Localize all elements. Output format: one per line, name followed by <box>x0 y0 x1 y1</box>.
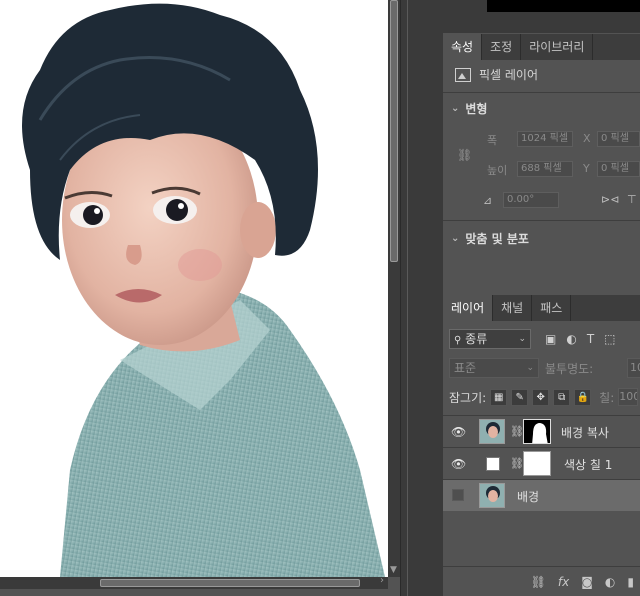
horizontal-scroll-thumb[interactable] <box>100 579 360 587</box>
height-label: 높이 <box>487 164 508 177</box>
chevron-down-icon: ⌄ <box>518 334 526 344</box>
layer-row[interactable]: 👁 ⛓ 색상 칠 1 <box>443 447 640 479</box>
height-field[interactable]: 688 픽셀 <box>517 161 573 177</box>
lock-artboard-icon[interactable]: ⧉ <box>553 388 571 406</box>
layer-row[interactable]: 👁 ⛓ 배경 복사 <box>443 415 640 447</box>
chain-link-icon[interactable]: ⛓ <box>510 425 524 438</box>
blend-mode-value: 표준 <box>454 361 477 375</box>
horizontal-scrollbar[interactable]: › <box>0 575 388 589</box>
properties-panel: 픽셀 레이어 ⌄ 변형 폭 1024 픽셀 X 0 픽셀 ⛓ 높이 688 픽셀… <box>443 60 640 290</box>
tab-libraries[interactable]: 라이브러리 <box>521 34 594 60</box>
filter-kind-label: 종류 <box>465 332 488 346</box>
filter-adjustment-icon[interactable]: ◐ <box>566 332 576 346</box>
top-panel-preview <box>487 0 640 12</box>
tab-channels[interactable]: 채널 <box>493 295 533 321</box>
layer-mask-thumbnail[interactable] <box>523 451 551 476</box>
fill-field[interactable]: 100% <box>618 388 639 406</box>
layer-type-label: 픽셀 레이어 <box>479 68 539 82</box>
layer-thumbnail <box>479 419 505 444</box>
divider <box>443 220 640 221</box>
x-label: X <box>583 132 591 145</box>
visibility-toggle[interactable] <box>452 489 464 501</box>
chevron-down-icon: ⌄ <box>526 363 534 373</box>
tab-properties[interactable]: 속성 <box>443 34 483 60</box>
filter-kind-select[interactable]: ⚲ 종류 ⌄ <box>449 329 531 349</box>
lock-all-icon[interactable]: 🔒 <box>574 388 592 406</box>
blend-mode-row: 표준 ⌄ 불투명도: 100% <box>449 358 640 378</box>
divider <box>443 92 640 93</box>
new-adjustment-icon[interactable]: ◐ <box>605 575 615 589</box>
filter-type-icon[interactable]: T <box>587 332 594 346</box>
fill-layer-thumbnail <box>486 457 500 471</box>
lock-position-icon[interactable]: ✥ <box>532 388 550 406</box>
pixel-layer-icon <box>455 67 471 82</box>
chevron-down-icon[interactable]: ⌄ <box>451 233 459 244</box>
layer-thumbnail <box>479 483 505 508</box>
flip-horizontal-icon[interactable]: ⊳⊲ <box>601 193 619 206</box>
y-label: Y <box>583 162 590 175</box>
tab-adjustments[interactable]: 조정 <box>482 34 522 60</box>
blend-mode-select[interactable]: 표준 ⌄ <box>449 358 539 378</box>
scroll-down-icon[interactable]: ▼ <box>390 565 397 575</box>
search-icon: ⚲ <box>454 335 462 346</box>
layer-name[interactable]: 배경 복사 <box>561 424 609 441</box>
new-group-icon[interactable]: ▮ <box>627 575 634 589</box>
align-title: 맞춤 및 분포 <box>465 232 529 246</box>
width-field[interactable]: 1024 픽셀 <box>517 131 573 147</box>
layer-name[interactable]: 색상 칠 1 <box>564 456 612 473</box>
opacity-label: 불투명도: <box>545 362 594 376</box>
align-section-header[interactable]: ⌄ 맞춤 및 분포 <box>451 230 529 247</box>
properties-tabs: 속성 조정 라이브러리 <box>443 34 640 60</box>
fill-label: 칠: <box>599 390 615 405</box>
scroll-right-icon[interactable]: › <box>380 575 384 586</box>
transform-section-header[interactable]: ⌄ 변형 <box>451 100 487 117</box>
tab-layers[interactable]: 레이어 <box>443 295 494 321</box>
document-canvas[interactable] <box>0 0 388 577</box>
layer-type-row: 픽셀 레이어 <box>455 66 640 83</box>
chain-link-icon[interactable]: ⛓ <box>510 457 524 470</box>
layers-panel: 레이어 채널 패스 ⚲ 종류 ⌄ ▣ ◐ T ⬚ 표준 ⌄ 불투명도: 100% <box>443 295 640 596</box>
y-field[interactable]: 0 픽셀 <box>597 161 640 177</box>
vertical-scrollbar[interactable]: ▼ <box>388 0 400 577</box>
right-panels: 속성 조정 라이브러리 픽셀 레이어 ⌄ 변형 폭 1024 픽셀 X 0 픽셀… <box>443 0 640 596</box>
photo-child <box>22 3 385 577</box>
chain-link-icon[interactable]: ⛓ <box>457 148 472 162</box>
opacity-field[interactable]: 100% <box>627 358 640 378</box>
layer-mask-thumbnail[interactable] <box>523 419 551 444</box>
angle-field[interactable]: 0.00° <box>503 192 559 208</box>
fx-icon[interactable]: fx <box>558 575 569 589</box>
filter-pixel-icon[interactable]: ▣ <box>545 332 556 346</box>
layer-filter-row: ⚲ 종류 ⌄ ▣ ◐ T ⬚ <box>449 329 639 349</box>
flip-vertical-icon[interactable]: ⊤ <box>627 193 637 206</box>
panel-dock-gutter <box>400 0 443 596</box>
vertical-scroll-thumb[interactable] <box>390 0 398 262</box>
layers-tabs: 레이어 채널 패스 <box>443 295 640 321</box>
lock-transparent-pixels-icon[interactable]: ▦ <box>490 388 508 406</box>
angle-icon: ⊿ <box>483 194 493 207</box>
transform-title: 변형 <box>465 102 488 116</box>
lock-image-pixels-icon[interactable]: ✎ <box>511 388 529 406</box>
document-canvas-area[interactable]: ▼ › <box>0 0 400 596</box>
gutter-separator <box>407 0 408 596</box>
lock-label: 잠그기: <box>449 390 487 405</box>
top-panel-strip <box>443 0 640 33</box>
lock-row: 잠그기: ▦ ✎ ✥ ⧉ 🔒 칠: 100% <box>449 387 640 407</box>
width-label: 폭 <box>487 134 498 147</box>
add-mask-icon[interactable]: ◙ <box>581 575 593 589</box>
layer-name[interactable]: 배경 <box>517 488 539 505</box>
eye-icon[interactable]: 👁 <box>451 457 466 471</box>
layer-row[interactable]: 배경 <box>443 479 640 511</box>
link-layers-icon[interactable]: ⛓ <box>531 575 546 589</box>
tab-paths[interactable]: 패스 <box>532 295 572 321</box>
filter-shape-icon[interactable]: ⬚ <box>604 332 615 346</box>
x-field[interactable]: 0 픽셀 <box>597 131 640 147</box>
filter-icons: ▣ ◐ T ⬚ <box>545 332 616 346</box>
chevron-down-icon[interactable]: ⌄ <box>451 103 459 114</box>
eye-icon[interactable]: 👁 <box>451 425 466 439</box>
layers-bottom-bar: ⛓ fx ◙ ◐ ▮ <box>443 566 640 596</box>
